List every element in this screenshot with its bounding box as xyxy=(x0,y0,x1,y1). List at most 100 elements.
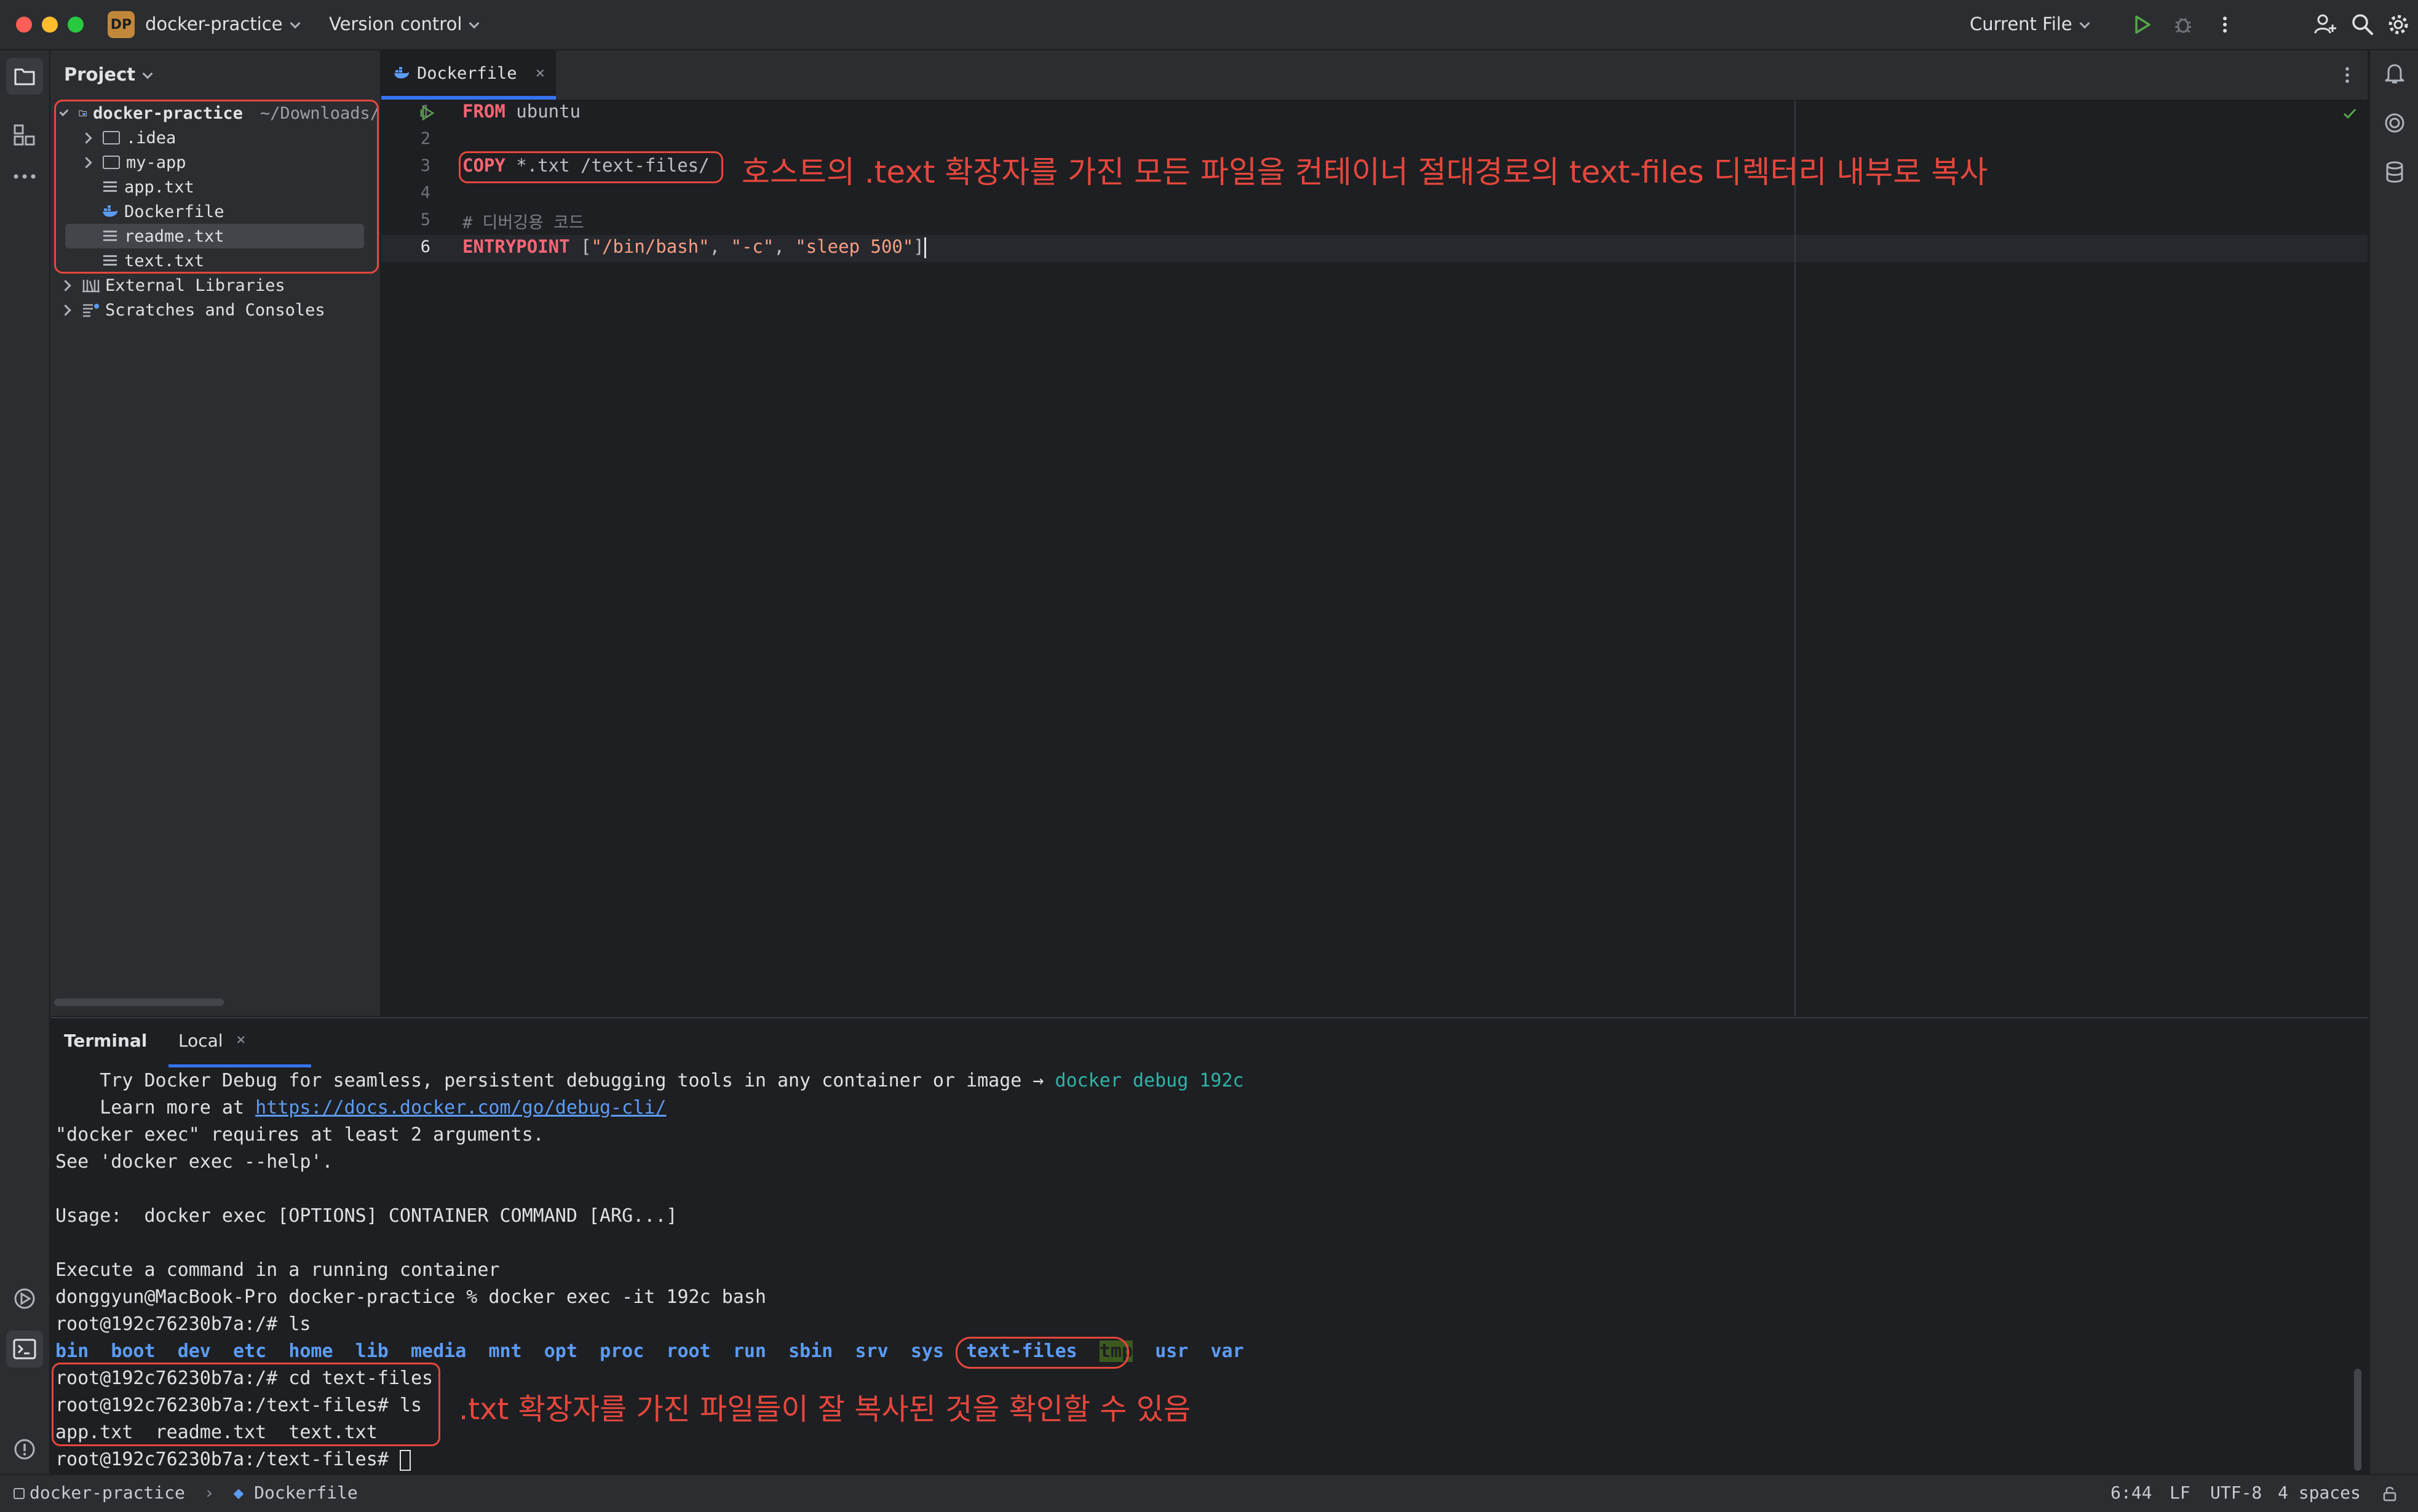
code-line-5-comment[interactable]: # 디버깅용 코드 xyxy=(462,209,584,233)
dir-entry: home xyxy=(288,1340,333,1362)
line-number: 4 xyxy=(420,183,430,202)
terminal-line: "docker exec" requires at least 2 argume… xyxy=(55,1124,544,1146)
unlock-icon[interactable] xyxy=(2381,1485,2398,1502)
run-icon[interactable] xyxy=(2131,14,2153,36)
terminal-line: root@192c76230b7a:/# ls xyxy=(55,1313,311,1335)
annotation-highlight-box xyxy=(54,100,379,274)
run-gutter-icon[interactable] xyxy=(419,105,437,122)
right-margin-guide xyxy=(1794,101,1796,1016)
chevron-down-icon xyxy=(142,68,153,79)
gear-icon[interactable] xyxy=(2386,12,2411,37)
left-tool-strip xyxy=(0,50,50,1508)
text-cursor xyxy=(924,237,926,258)
more-vertical-icon[interactable] xyxy=(2338,65,2357,85)
dir-entry: srv xyxy=(855,1340,889,1362)
close-tab-icon[interactable]: × xyxy=(236,1031,246,1049)
search-icon[interactable] xyxy=(2350,12,2375,37)
no-problems-check-icon xyxy=(2343,108,2357,119)
terminal-prompt-line[interactable]: root@192c76230b7a:/text-files# xyxy=(55,1449,411,1471)
project-badge[interactable]: DP xyxy=(108,11,135,38)
line-separator[interactable]: LF xyxy=(2170,1482,2190,1503)
file-encoding[interactable]: UTF-8 xyxy=(2210,1482,2262,1503)
project-name: docker-practice xyxy=(145,14,283,34)
docker-icon: ◆ xyxy=(233,1482,244,1503)
chevron-down-icon xyxy=(2079,18,2090,29)
notifications-icon[interactable] xyxy=(2382,61,2407,86)
chevron-right-icon: › xyxy=(204,1482,215,1503)
code-text: ubuntu xyxy=(505,101,581,122)
folder-icon xyxy=(14,68,35,85)
services-icon[interactable] xyxy=(12,1286,37,1311)
code-line-1[interactable]: FROM ubuntu xyxy=(462,101,581,122)
terminal-tool-button[interactable] xyxy=(6,1331,43,1368)
tab-label: Dockerfile xyxy=(417,63,517,83)
vcs-label: Version control xyxy=(329,14,462,34)
tab-dockerfile[interactable]: Dockerfile × xyxy=(381,50,556,100)
database-icon[interactable] xyxy=(2382,160,2407,184)
more-vertical-icon[interactable] xyxy=(2214,14,2236,36)
dir-entry: var xyxy=(1210,1340,1244,1362)
tree-item-label: External Libraries xyxy=(105,275,285,295)
minimize-window-button[interactable] xyxy=(42,17,58,33)
editor-annotation-text: 호스트의 .text 확장자를 가진 모든 파일을 컨테이너 절대경로의 tex… xyxy=(742,154,1988,190)
dir-entry: lib xyxy=(355,1340,389,1362)
project-tool-button[interactable] xyxy=(6,58,43,95)
code-text: , xyxy=(774,236,796,257)
run-config-selector[interactable]: Current File xyxy=(1970,14,2090,34)
line-number: 6 xyxy=(420,237,430,256)
add-user-icon[interactable] xyxy=(2313,12,2338,37)
tab-terminal-local[interactable]: Local × xyxy=(168,1018,311,1067)
ai-assistant-icon[interactable] xyxy=(2382,111,2407,135)
string-literal: "/bin/bash" xyxy=(591,236,710,257)
line-number: 3 xyxy=(420,156,430,175)
library-icon xyxy=(82,280,100,293)
terminal-annotation-text: .txt 확장자를 가진 파일들이 잘 복사된 것을 확인할 수 있음 xyxy=(459,1392,1191,1427)
terminal-scrollbar[interactable] xyxy=(2354,1369,2361,1471)
more-horizontal-icon[interactable] xyxy=(12,170,37,183)
dir-entry: bin xyxy=(55,1340,89,1362)
breadcrumb-file[interactable]: Dockerfile xyxy=(254,1482,358,1503)
project-panel-title-text: Project xyxy=(64,64,136,85)
close-window-button[interactable] xyxy=(16,17,32,33)
title-bar: DP docker-practice Version control Curre… xyxy=(0,0,2418,50)
terminal-line: Execute a command in a running container xyxy=(55,1259,500,1281)
zoom-window-button[interactable] xyxy=(68,17,84,33)
string-literal: "sleep 500" xyxy=(795,236,914,257)
right-tool-strip xyxy=(2369,50,2418,1474)
chevron-right-icon xyxy=(60,304,71,316)
breadcrumb-project[interactable]: docker-practice xyxy=(30,1482,185,1503)
terminal-link[interactable]: https://docs.docker.com/go/debug-cli/ xyxy=(255,1097,666,1118)
dir-entry: media xyxy=(411,1340,467,1362)
tree-item-external-libraries[interactable]: External Libraries xyxy=(50,273,380,298)
project-switcher[interactable]: docker-practice xyxy=(145,14,300,34)
terminal-command-hint[interactable]: docker debug 192c xyxy=(1055,1070,1244,1091)
debug-icon[interactable] xyxy=(2172,14,2194,36)
vcs-menu[interactable]: Version control xyxy=(329,14,480,34)
dir-entry: sys xyxy=(910,1340,944,1362)
tree-item-label: Scratches and Consoles xyxy=(105,300,325,320)
terminal-header: Terminal Local × xyxy=(50,1018,2368,1067)
tree-item-scratches[interactable]: Scratches and Consoles xyxy=(50,298,380,322)
indent-setting[interactable]: 4 spaces xyxy=(2278,1482,2361,1503)
terminal-line: See 'docker exec --help'. xyxy=(55,1151,333,1173)
project-panel-title[interactable]: Project xyxy=(64,64,153,85)
run-config-label: Current File xyxy=(1970,14,2072,34)
dir-entry: opt xyxy=(544,1340,577,1362)
status-bar: docker-practice › ◆ Dockerfile 6:44 LF U… xyxy=(0,1474,2418,1512)
scratches-icon xyxy=(83,304,99,317)
structure-icon[interactable] xyxy=(12,123,37,148)
code-text: , xyxy=(709,236,731,257)
close-tab-icon[interactable]: × xyxy=(536,64,545,82)
terminal-tab-label: Local xyxy=(178,1031,223,1051)
caret-position[interactable]: 6:44 xyxy=(2111,1482,2152,1503)
editor-tab-bar: Dockerfile × xyxy=(381,50,2368,101)
terminal-text: Learn more at xyxy=(55,1097,256,1118)
dir-entry: etc xyxy=(233,1340,267,1362)
horizontal-scrollbar[interactable] xyxy=(54,999,224,1006)
keyword-from: FROM xyxy=(462,101,505,122)
code-text: ] xyxy=(913,236,924,257)
problems-icon[interactable] xyxy=(12,1437,37,1462)
terminal-icon xyxy=(13,1339,36,1360)
terminal-text: Try Docker Debug for seamless, persisten… xyxy=(55,1070,1055,1091)
code-line-6[interactable]: ENTRYPOINT ["/bin/bash", "-c", "sleep 50… xyxy=(462,236,926,258)
